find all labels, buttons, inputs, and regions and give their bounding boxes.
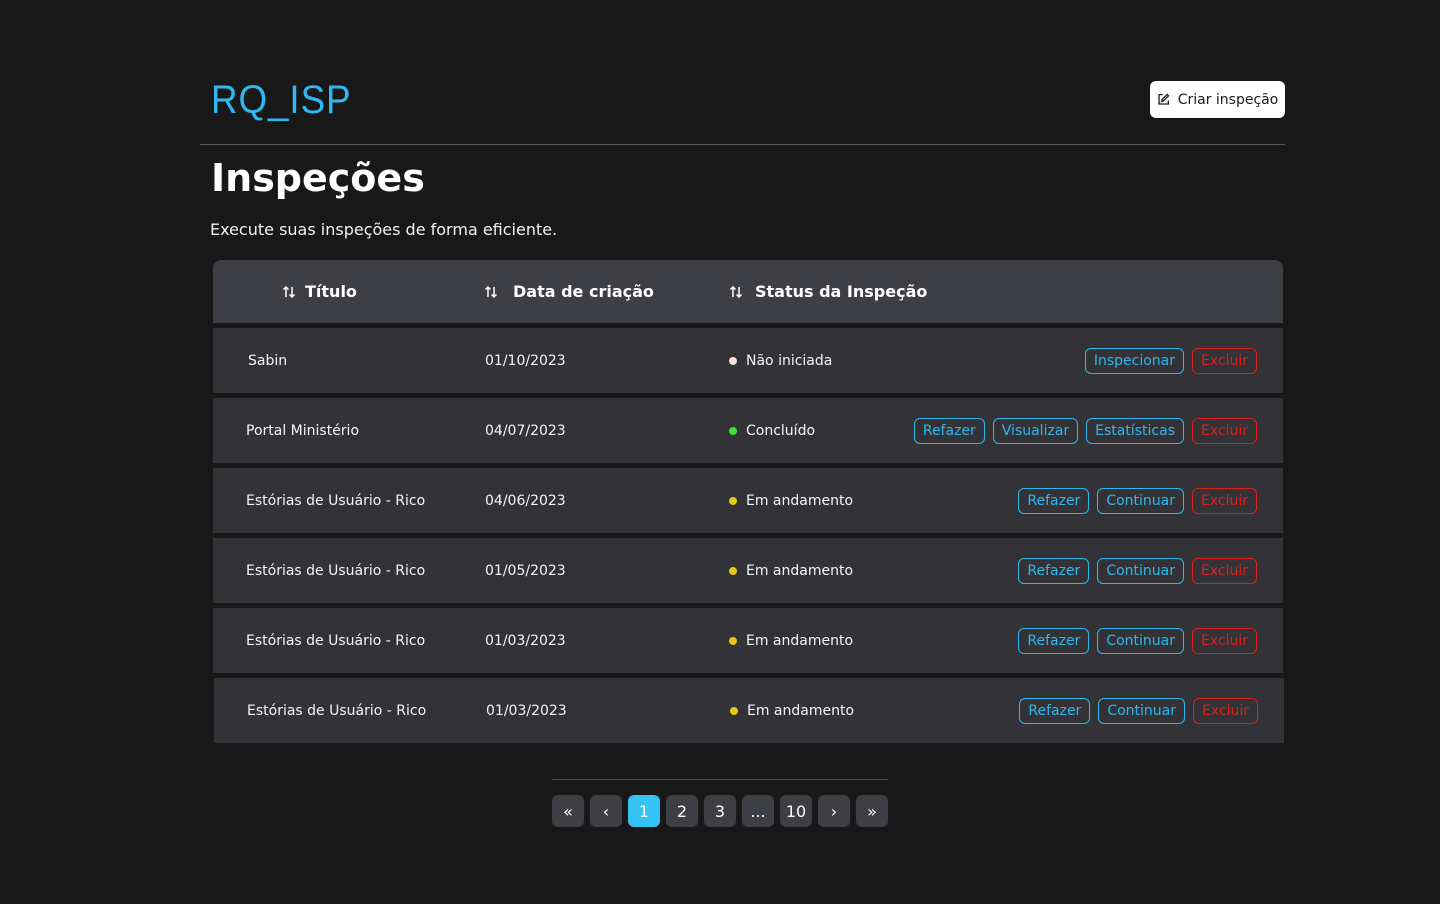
page-2-button[interactable]: 2	[666, 795, 698, 827]
row-date: 04/06/2023	[485, 492, 566, 509]
refazer-button[interactable]: Refazer	[1018, 487, 1090, 514]
row-date: 01/05/2023	[485, 562, 566, 579]
table-row: Estórias de Usuário - Rico 04/06/2023 Em a…	[213, 468, 1283, 533]
column-header-status[interactable]: Status da Inspeção	[728, 260, 927, 323]
table-row: Sabin 01/10/2023 Não iniciada Inspecionar Ex…	[213, 328, 1283, 393]
page-1-button[interactable]: 1	[628, 795, 660, 827]
refazer-button[interactable]: Refazer	[1018, 627, 1090, 654]
pagination-divider	[552, 779, 888, 780]
continuar-button[interactable]: Continuar	[1098, 697, 1185, 724]
excluir-button[interactable]: Excluir	[1192, 627, 1257, 654]
status-dot-icon	[730, 706, 738, 715]
sort-icon	[484, 285, 498, 298]
column-header-title[interactable]: Título	[281, 260, 357, 323]
row-actions: Refazer Visualizar Estatísticas Excluir	[913, 398, 1257, 463]
first-page-button[interactable]: «	[552, 795, 584, 827]
create-inspection-button[interactable]: Criar inspeção	[1150, 81, 1285, 118]
continuar-button[interactable]: Continuar	[1097, 487, 1184, 514]
refazer-button[interactable]: Refazer	[1018, 557, 1090, 584]
status-dot-icon	[729, 566, 737, 575]
next-page-button[interactable]: ›	[818, 795, 850, 827]
row-title: Estórias de Usuário - Rico	[246, 492, 426, 509]
prev-page-button[interactable]: ‹	[590, 795, 622, 827]
status-label: Concluído	[746, 422, 816, 439]
row-status: Em andamento	[729, 468, 853, 533]
excluir-button[interactable]: Excluir	[1192, 487, 1257, 514]
page-subtitle: Execute suas inspeções de forma eficient…	[210, 220, 558, 239]
status-label: Em andamento	[746, 562, 854, 579]
table-row: Estórias de Usuário - Rico 01/03/2023 Em a…	[214, 678, 1284, 743]
continuar-button[interactable]: Continuar	[1097, 557, 1184, 584]
column-header-date[interactable]: Data de criação	[483, 260, 654, 323]
status-label: Em andamento	[746, 492, 854, 509]
table-row: Portal Ministério 04/07/2023 Concluído Refa…	[213, 398, 1283, 463]
row-status: Em andamento	[730, 678, 854, 743]
row-actions: Refazer Continuar Excluir	[1018, 608, 1257, 673]
row-title: Estórias de Usuário - Rico	[247, 702, 427, 719]
status-dot-icon	[729, 496, 737, 505]
app-logo: RQ_ISP	[211, 78, 352, 122]
page-10-button[interactable]: 10	[780, 795, 812, 827]
status-label: Em andamento	[746, 632, 854, 649]
row-actions: Refazer Continuar Excluir	[1019, 678, 1258, 743]
row-actions: Refazer Continuar Excluir	[1018, 538, 1257, 603]
create-inspection-label: Criar inspeção	[1177, 91, 1279, 108]
row-actions: Inspecionar Excluir	[1084, 328, 1257, 393]
row-status: Em andamento	[729, 608, 853, 673]
page-ellipsis: ...	[742, 795, 774, 827]
row-title: Sabin	[248, 352, 288, 369]
excluir-button[interactable]: Excluir	[1192, 417, 1257, 444]
column-title-label: Título	[305, 282, 357, 301]
visualizar-button[interactable]: Visualizar	[992, 417, 1079, 444]
row-date: 01/03/2023	[485, 632, 566, 649]
refazer-button[interactable]: Refazer	[913, 417, 985, 444]
table-row: Estórias de Usuário - Rico 01/05/2023 Em a…	[213, 538, 1283, 603]
sort-icon	[282, 285, 296, 298]
row-status: Em andamento	[729, 538, 853, 603]
row-status: Concluído	[729, 398, 815, 463]
excluir-button[interactable]: Excluir	[1193, 697, 1258, 724]
status-dot-icon	[729, 356, 737, 365]
row-date: 01/10/2023	[485, 352, 566, 369]
column-status-label: Status da Inspeção	[755, 282, 928, 301]
page-title: Inspeções	[211, 156, 425, 200]
table-row: Estórias de Usuário - Rico 01/03/2023 Em a…	[213, 608, 1283, 673]
edit-icon	[1158, 93, 1170, 105]
estatisticas-button[interactable]: Estatísticas	[1086, 417, 1184, 444]
row-title: Estórias de Usuário - Rico	[246, 562, 426, 579]
page-3-button[interactable]: 3	[704, 795, 736, 827]
status-label: Não iniciada	[746, 352, 833, 369]
last-page-button[interactable]: »	[856, 795, 888, 827]
header-divider	[200, 144, 1285, 145]
excluir-button[interactable]: Excluir	[1192, 557, 1257, 584]
pagination: «‹ 1 2 3... 10 ›»	[552, 795, 888, 827]
row-date: 04/07/2023	[485, 422, 566, 439]
inspecionar-button[interactable]: Inspecionar	[1084, 347, 1184, 374]
status-label: Em andamento	[747, 702, 855, 719]
column-date-label: Data de criação	[513, 282, 654, 301]
row-status: Não iniciada	[729, 328, 832, 393]
continuar-button[interactable]: Continuar	[1097, 627, 1184, 654]
sort-icon	[729, 285, 743, 298]
row-title: Estórias de Usuário - Rico	[246, 632, 426, 649]
table-header: Título Data de criação Status da Inspeçã…	[213, 260, 1283, 323]
row-actions: Refazer Continuar Excluir	[1018, 468, 1257, 533]
row-date: 01/03/2023	[486, 702, 567, 719]
refazer-button[interactable]: Refazer	[1019, 697, 1091, 724]
status-dot-icon	[729, 636, 737, 645]
row-title: Portal Ministério	[246, 422, 360, 439]
excluir-button[interactable]: Excluir	[1192, 347, 1257, 374]
status-dot-icon	[729, 426, 737, 435]
